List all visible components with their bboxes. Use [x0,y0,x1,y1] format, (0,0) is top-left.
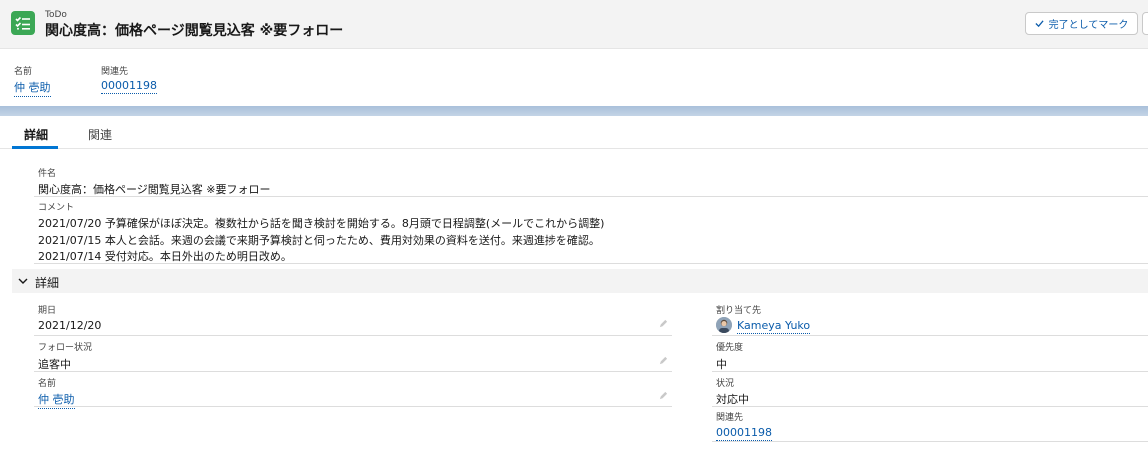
field-divider [712,406,1148,407]
edit-pencil-icon[interactable] [659,391,668,400]
priority-label: 優先度 [716,343,744,353]
details-section-header[interactable] [12,269,1148,293]
user-avatar[interactable] [716,317,732,333]
priority-value: 中 [716,358,727,371]
related-to-link[interactable]: 00001198 [716,426,772,441]
decorative-wave-divider [0,106,1148,116]
comment-line: 2021/07/15 本人と会話。来週の会議で来期予算検討と伺ったため、費用対効… [38,234,600,247]
edit-pencil-icon[interactable] [659,356,668,365]
due-date-label: 期日 [38,306,57,316]
follow-status-value: 追客中 [38,358,71,371]
status-label: 状況 [716,379,735,389]
todo-checklist-icon [11,11,35,35]
field-divider [712,335,1148,336]
edit-pencil-icon[interactable] [659,319,668,328]
assigned-user-link[interactable]: Kameya Yuko [737,319,811,334]
comment-line: 2021/07/14 受付対応。本日外出のため明日改め。 [38,250,292,263]
field-divider [712,371,1148,372]
field-divider [712,441,1148,442]
highlight-label-name: 名前 [14,67,33,77]
highlight-name-link[interactable]: 仲 壱助 [14,79,51,97]
mark-complete-label: 完了としてマーク [1048,20,1129,31]
record-header: ToDo 関心度高：価格ページ閲覧見込客 ※要フォロー 完了としてマーク 名前 … [0,0,1148,108]
field-divider [34,196,1148,197]
comment-label: コメント [38,203,75,213]
subject-value: 関心度高：価格ページ閲覧見込客 ※要フォロー [38,183,271,196]
due-date-value: 2021/12/20 [38,319,102,332]
subject-label: 件名 [38,169,57,179]
field-divider [34,406,672,407]
field-divider [34,263,1148,264]
follow-status-label: フォロー状況 [38,343,93,353]
field-divider [34,371,672,372]
name-label: 名前 [38,379,57,389]
status-value: 対応中 [716,393,749,406]
chevron-down-icon[interactable] [18,276,28,286]
mark-complete-button[interactable]: 完了としてマーク [1025,12,1138,35]
section-title: 詳細 [35,276,60,290]
record-title: 関心度高：価格ページ閲覧見込客 ※要フォロー [45,23,344,39]
related-to-label: 関連先 [716,413,744,423]
field-divider [34,335,672,336]
check-icon [1035,20,1044,28]
assigned-to-label: 割り当て先 [716,306,762,316]
tabs-divider [0,148,1148,149]
object-type-label: ToDo [45,10,67,20]
comment-line: 2021/07/20 予算確保がほぼ決定。複数社から話を聞き検討を開始する。8月… [38,217,605,230]
highlight-label-related: 関連先 [101,67,129,77]
active-tab-indicator [12,146,58,149]
more-actions-button[interactable] [1142,12,1148,35]
highlight-related-link[interactable]: 00001198 [101,79,157,94]
